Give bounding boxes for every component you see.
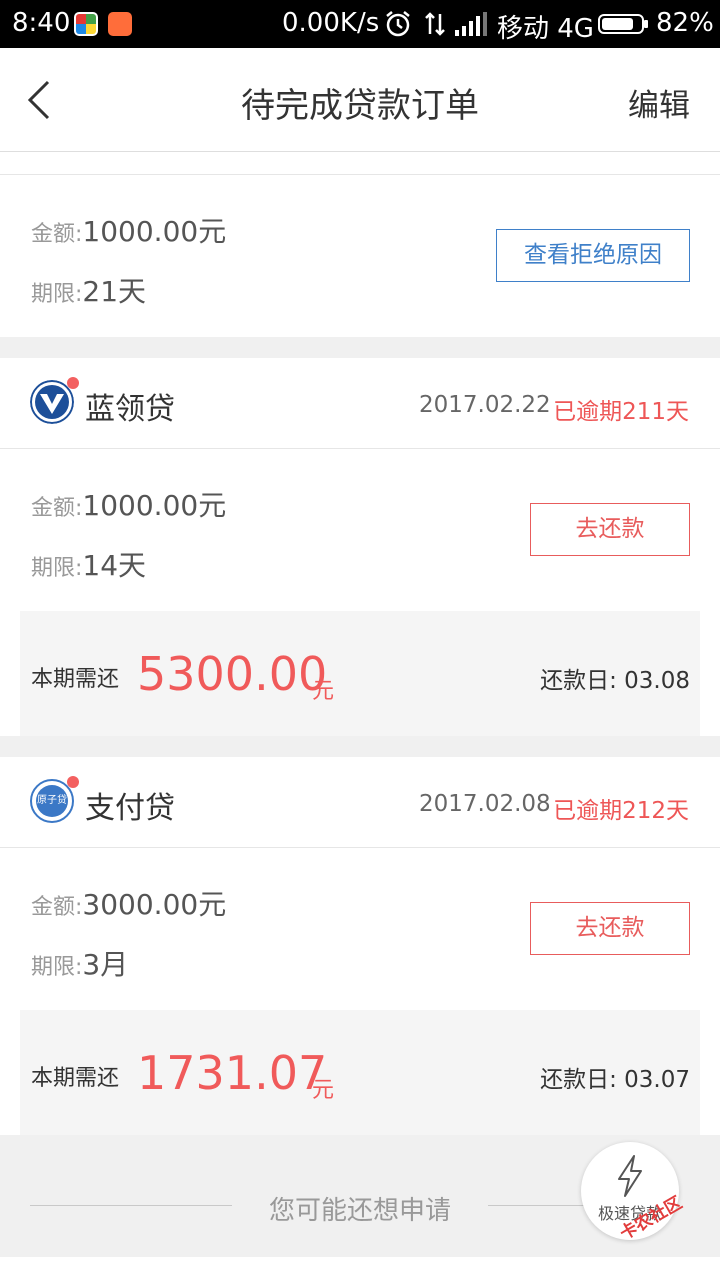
amount-row: 金额:1000.00元 bbox=[31, 489, 227, 522]
order-card-3: 原子贷 支付贷 2017.02.08 已逾期212天 金额:3000.00元 期… bbox=[0, 757, 720, 1135]
repay-button[interactable]: 去还款 bbox=[530, 902, 690, 955]
page-title: 待完成贷款订单 bbox=[241, 86, 479, 126]
product-name: 支付贷 bbox=[85, 791, 175, 826]
order-date: 2017.02.08 bbox=[419, 791, 551, 817]
battery-level bbox=[602, 18, 633, 30]
top-bar: 待完成贷款订单 编辑 bbox=[0, 48, 720, 152]
due-unit: 元 bbox=[312, 679, 335, 704]
due-amount: 1731.07 bbox=[137, 1046, 328, 1100]
amount-row: 金额:3000.00元 bbox=[31, 888, 227, 921]
battery-icon bbox=[598, 14, 648, 34]
overdue-status: 已逾期211天 bbox=[553, 399, 689, 425]
amount-value: 1000.00元 bbox=[82, 489, 227, 522]
status-bar: 8:40 0.00K/s 移动 4G 82% bbox=[0, 0, 720, 48]
app-notification-icon bbox=[74, 12, 98, 36]
data-transfer-icon bbox=[425, 12, 445, 36]
term-value: 21天 bbox=[82, 275, 147, 308]
due-unit: 元 bbox=[312, 1078, 335, 1103]
repay-button[interactable]: 去还款 bbox=[530, 503, 690, 556]
overdue-status: 已逾期212天 bbox=[553, 798, 689, 824]
edit-button[interactable]: 编辑 bbox=[628, 80, 690, 125]
network-speed: 0.00K/s bbox=[282, 8, 380, 38]
term-row: 期限:14天 bbox=[31, 549, 147, 582]
due-label: 本期需还 bbox=[31, 667, 120, 692]
unread-dot bbox=[67, 377, 79, 389]
order-card-1: 金额:1000.00元 期限:21天 查看拒绝原因 bbox=[0, 152, 720, 337]
order-date: 2017.02.22 bbox=[419, 392, 551, 418]
amount-row: 金额:1000.00元 bbox=[31, 215, 227, 248]
due-amount: 5300.00 bbox=[137, 647, 328, 701]
shop-notification-icon bbox=[108, 12, 132, 36]
alarm-icon bbox=[386, 11, 410, 37]
payment-due-box: 本期需还 5300.00 元 还款日: 03.08 bbox=[20, 611, 700, 736]
due-date: 还款日: 03.08 bbox=[540, 668, 690, 694]
lightning-icon bbox=[618, 1155, 642, 1197]
due-label: 本期需还 bbox=[31, 1066, 120, 1091]
battery-percent: 82% bbox=[656, 8, 714, 38]
order-card-2: 蓝领贷 2017.02.22 已逾期211天 金额:1000.00元 期限:14… bbox=[0, 358, 720, 736]
signal-icon bbox=[455, 12, 487, 36]
carrier-label: 移动 4G bbox=[497, 14, 594, 44]
term-row: 期限:21天 bbox=[31, 275, 147, 308]
unread-dot bbox=[67, 776, 79, 788]
amount-value: 1000.00元 bbox=[82, 215, 227, 248]
term-value: 14天 bbox=[82, 549, 147, 582]
term-value: 3月 bbox=[82, 948, 129, 981]
product-name: 蓝领贷 bbox=[85, 392, 175, 427]
amount-value: 3000.00元 bbox=[82, 888, 227, 921]
suggested-item[interactable] bbox=[0, 1257, 720, 1280]
status-time: 8:40 bbox=[12, 8, 71, 38]
payment-due-box: 本期需还 1731.07 元 还款日: 03.07 bbox=[20, 1010, 700, 1135]
due-date: 还款日: 03.07 bbox=[540, 1067, 690, 1093]
view-reject-reason-button[interactable]: 查看拒绝原因 bbox=[496, 229, 690, 282]
term-row: 期限:3月 bbox=[31, 948, 129, 981]
